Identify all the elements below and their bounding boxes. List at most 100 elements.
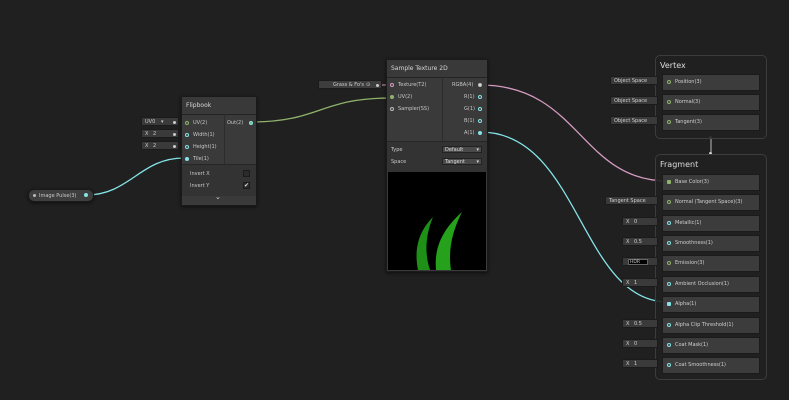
a-output-label: A(1) — [464, 130, 475, 136]
image-pulse-property-node[interactable]: Image Pulse(3) — [28, 189, 94, 202]
emission-port[interactable] — [667, 261, 671, 265]
uv-input-label: UV(2) — [193, 120, 208, 126]
r-output-port[interactable] — [478, 95, 482, 99]
target-icon: ⊙ — [366, 82, 371, 88]
width-input-port[interactable] — [185, 133, 189, 137]
type-label: Type — [391, 147, 403, 153]
uv-input-port[interactable] — [185, 121, 189, 125]
metallic-block[interactable]: Metallic(1) — [662, 215, 760, 232]
normal-tangent-block[interactable]: Normal (Tangent Space)(3) — [662, 194, 760, 211]
invert-x-label: Invert X — [190, 171, 210, 177]
invert-y-label: Invert Y — [190, 183, 210, 189]
grass-preview-image — [416, 212, 462, 270]
coat-smoothness-input[interactable]: X 1 — [622, 359, 658, 368]
height-input-port[interactable] — [185, 145, 189, 149]
normal-space-input[interactable]: Object Space — [610, 96, 658, 105]
invert-x-checkbox[interactable] — [243, 170, 250, 177]
g-output-port[interactable] — [478, 107, 482, 111]
b-output-port[interactable] — [478, 119, 482, 123]
position-block[interactable]: Position(3) — [662, 74, 760, 91]
coat-smoothness-port[interactable] — [667, 363, 671, 367]
out-output-port[interactable] — [249, 121, 253, 125]
metallic-input[interactable]: X 0 — [622, 217, 658, 226]
tangent-port[interactable] — [667, 120, 671, 124]
shader-graph-canvas[interactable]: Image Pulse(3) UV0 ▾ X 2 X 2 Flipbook UV… — [0, 0, 789, 400]
emission-block[interactable]: Emission(3) — [662, 255, 760, 272]
sampler-input-port[interactable] — [390, 107, 394, 111]
emission-hdr-input[interactable]: HDR — [622, 257, 658, 266]
invert-y-checkbox[interactable]: ✔ — [243, 182, 250, 189]
coat-mask-block[interactable]: Coat Mask(1) — [662, 337, 760, 354]
alpha-clip-threshold-block[interactable]: Alpha Clip Threshold(1) — [662, 317, 760, 334]
uv-input-port[interactable] — [390, 95, 394, 99]
input-dot-icon — [173, 145, 176, 148]
sample-texture-2d-node[interactable]: Sample Texture 2D Texture(T2) UV(2) Samp… — [386, 59, 488, 272]
g-output-label: G(1) — [464, 106, 475, 112]
flipbook-height-input[interactable]: X 2 — [141, 141, 179, 150]
smoothness-input[interactable]: X 0.5 — [622, 237, 658, 246]
input-dot-icon — [173, 133, 176, 136]
smoothness-port[interactable] — [667, 241, 671, 245]
rgba-output-label: RGBA(4) — [452, 82, 474, 88]
flipbook-divider — [224, 114, 225, 164]
hdr-color-swatch[interactable]: HDR — [628, 259, 648, 265]
sampler-input-label: Sampler(SS) — [398, 106, 430, 112]
alpha-clip-threshold-input[interactable]: X 0.5 — [622, 319, 658, 328]
image-pulse-output-port[interactable] — [84, 193, 88, 197]
tangent-space-input[interactable]: Object Space — [610, 116, 658, 125]
collapse-chevron-icon[interactable]: ⌄ — [215, 193, 221, 201]
height-input-label: Height(1) — [193, 144, 217, 150]
flipbook-uv-input[interactable]: UV0 ▾ — [141, 117, 179, 126]
chevron-down-icon: ▾ — [161, 119, 164, 125]
base-color-port[interactable] — [667, 180, 671, 184]
normal-port[interactable] — [667, 100, 671, 104]
normal-tangent-port[interactable] — [667, 200, 671, 204]
flipbook-width-input[interactable]: X 2 — [141, 129, 179, 138]
base-color-block[interactable]: Base Color(3) — [662, 174, 760, 191]
space-dropdown[interactable]: Tangent ▾ — [442, 158, 482, 165]
metallic-port[interactable] — [667, 221, 671, 225]
uv-input-label: UV(2) — [398, 94, 413, 100]
fragment-title: Fragment — [660, 160, 699, 169]
space-label: Space — [391, 159, 407, 165]
input-dot-icon — [173, 121, 176, 124]
texture-input-field[interactable]: Grass & Fo's ⊙ — [318, 80, 382, 89]
flipbook-options-area — [182, 164, 256, 196]
input-dot-icon — [376, 84, 379, 87]
ambient-occlusion-port[interactable] — [667, 282, 671, 286]
coat-mask-input[interactable]: X 0 — [622, 339, 658, 348]
vertex-context[interactable]: Vertex Position(3) Normal(3) Tangent(3) — [655, 55, 767, 139]
tile-input-label: Tile(1) — [193, 156, 209, 162]
coat-mask-port[interactable] — [667, 343, 671, 347]
smoothness-block[interactable]: Smoothness(1) — [662, 235, 760, 252]
wire-image-pulse-to-tile — [85, 157, 185, 196]
ambient-occlusion-block[interactable]: Ambient Occlusion(1) — [662, 276, 760, 293]
out-output-label: Out(2) — [227, 120, 244, 126]
sample-texture-title: Sample Texture 2D — [387, 60, 487, 78]
flipbook-title: Flipbook — [182, 97, 256, 115]
chevron-down-icon: ▾ — [476, 159, 479, 165]
position-space-input[interactable]: Object Space — [610, 76, 658, 85]
fragment-context[interactable]: Fragment Base Color(3) Normal (Tangent S… — [655, 154, 767, 380]
alpha-block[interactable]: Alpha(1) — [662, 296, 760, 313]
flipbook-node[interactable]: Flipbook UV(2) Width(1) Height(1) Tile(1… — [181, 96, 257, 206]
normal-tangent-space-input[interactable]: Tangent Space — [605, 196, 658, 205]
texture-input-port[interactable] — [390, 83, 394, 87]
texture-preview — [388, 172, 486, 270]
tile-input-port[interactable] — [185, 157, 189, 161]
rgba-output-port[interactable] — [478, 83, 482, 87]
alpha-port[interactable] — [667, 302, 671, 306]
b-output-label: B(1) — [464, 118, 475, 124]
wire-flipbook-to-uv — [250, 97, 392, 123]
position-port[interactable] — [667, 80, 671, 84]
tangent-block[interactable]: Tangent(3) — [662, 114, 760, 131]
sample-texture-divider — [442, 77, 443, 141]
normal-block[interactable]: Normal(3) — [662, 94, 760, 111]
coat-smoothness-block[interactable]: Coat Smoothness(1) — [662, 357, 760, 374]
a-output-port[interactable] — [478, 131, 482, 135]
type-dropdown[interactable]: Default ▾ — [442, 146, 482, 153]
ambient-occlusion-input[interactable]: X 1 — [622, 278, 658, 287]
r-output-label: R(1) — [464, 94, 475, 100]
vertex-title: Vertex — [660, 61, 686, 70]
alpha-clip-threshold-port[interactable] — [667, 323, 671, 327]
